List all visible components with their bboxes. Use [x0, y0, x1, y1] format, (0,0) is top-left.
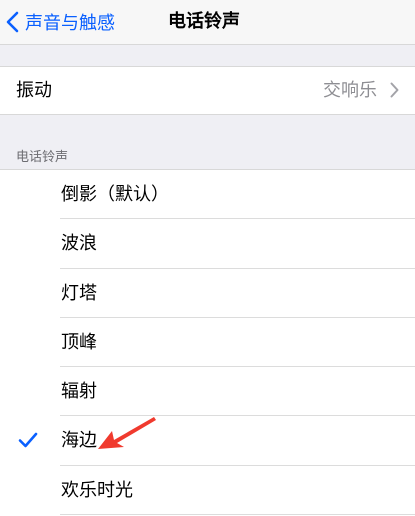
navigation-bar: 声音与触感 电话铃声	[0, 0, 415, 45]
vibration-label: 振动	[16, 80, 52, 101]
back-button[interactable]: 声音与触感	[0, 0, 115, 44]
vibration-row[interactable]: 振动 交响乐	[0, 66, 415, 115]
ringtone-label: 海边	[61, 430, 97, 452]
ringtone-row[interactable]: 顶峰	[0, 318, 415, 368]
vibration-value: 交响乐	[323, 80, 377, 101]
chevron-right-icon	[390, 82, 399, 98]
ringtone-label: 灯塔	[61, 282, 97, 304]
ringtone-row[interactable]: 欢乐时光	[0, 466, 415, 516]
ringtone-row[interactable]: 灯塔	[0, 269, 415, 319]
page-title: 电话铃声	[168, 11, 240, 32]
ringtone-row[interactable]: 辐射	[0, 367, 415, 417]
group-separator	[0, 45, 415, 66]
ringtone-row[interactable]: 倒影（默认）	[0, 170, 415, 220]
ringtone-label: 欢乐时光	[61, 479, 133, 501]
ringtone-row-selected[interactable]: 海边	[0, 416, 415, 467]
back-button-label: 声音与触感	[25, 13, 115, 34]
ringtone-label: 顶峰	[61, 331, 97, 353]
chevron-left-icon	[6, 11, 19, 33]
ringtones-section-header: 电话铃声	[16, 150, 69, 165]
ringtone-label: 倒影（默认）	[61, 184, 169, 205]
ringtone-label: 辐射	[61, 381, 97, 403]
ringtone-label: 波浪	[61, 233, 97, 255]
checkmark-icon	[18, 433, 38, 448]
ringtone-row[interactable]: 波浪	[0, 219, 415, 269]
ringtone-list: 倒影（默认） 波浪 灯塔 顶峰 辐射 海边 欢乐时光	[0, 169, 415, 516]
